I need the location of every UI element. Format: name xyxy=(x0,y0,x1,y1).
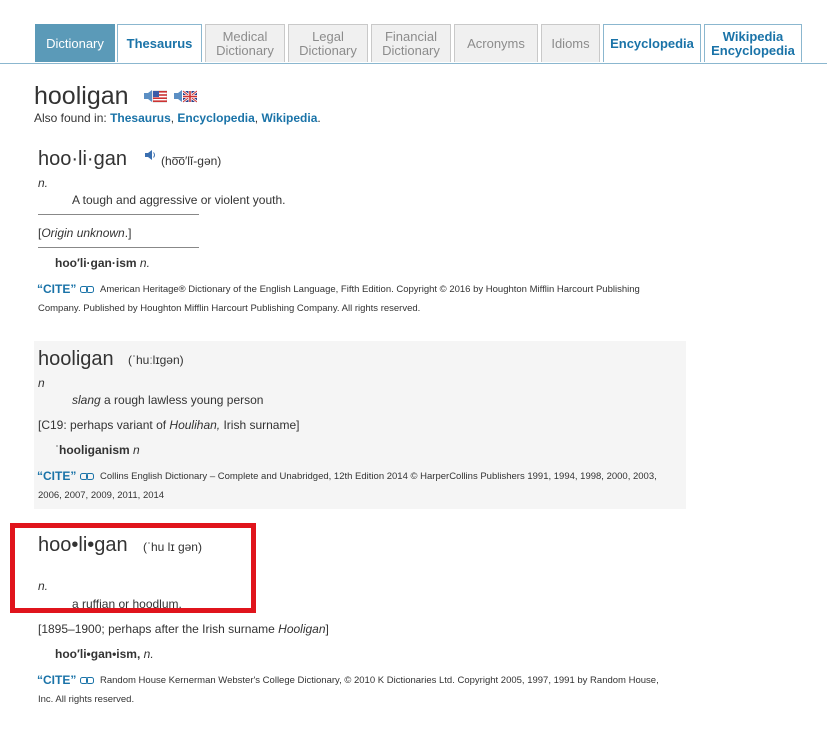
bracket: .] xyxy=(124,226,132,240)
divider xyxy=(38,214,199,215)
tab-encyclopedia[interactable]: Encyclopedia xyxy=(603,24,701,62)
etymology-source: Hooligan xyxy=(278,622,326,636)
derived-word: hoo′li•gan•ism, xyxy=(55,647,141,661)
tab-acronyms[interactable]: Acronyms xyxy=(454,24,538,62)
uk-flag-audio-icon[interactable] xyxy=(173,88,197,104)
etymology: [C19: perhaps variant of Houlihan, Irish… xyxy=(38,418,299,432)
tab-thesaurus[interactable]: Thesaurus xyxy=(117,24,202,62)
entry-collins: hooligan (ˈhuːlɪɡən) n slang a rough law… xyxy=(34,341,686,509)
tab-wikipedia-encyclopedia[interactable]: Wikipedia Encyclopedia xyxy=(704,24,802,62)
also-found-in: Also found in: Thesaurus, Encyclopedia, … xyxy=(34,111,321,125)
page-title: hooligan xyxy=(34,82,129,110)
entry-headword: hooligan xyxy=(38,348,114,370)
dictionary-tabs: Dictionary Thesaurus Medical Dictionary L… xyxy=(0,0,827,64)
etymology-text: [1895–1900; perhaps after the Irish surn… xyxy=(38,622,279,636)
us-flag-audio-icon[interactable] xyxy=(143,88,167,104)
pronunciation: (ho͞o′lĭ-gən) xyxy=(161,154,222,168)
divider xyxy=(38,247,199,248)
etymology-text: Irish surname] xyxy=(220,418,300,432)
derived-pos: n. xyxy=(139,256,150,270)
entry-american-heritage: hoo·li·gan (ho͞o′lĭ-gən) n. A tough and … xyxy=(34,140,686,330)
definition-text: a rough lawless young person xyxy=(100,393,264,407)
part-of-speech: n xyxy=(38,376,45,390)
bracket: ] xyxy=(325,622,329,636)
part-of-speech: n. xyxy=(38,176,49,190)
tab-idioms[interactable]: Idioms xyxy=(541,24,600,62)
derived-form: hoo′li·gan·ism n. xyxy=(55,256,150,270)
link-encyclopedia[interactable]: Encyclopedia xyxy=(177,111,254,125)
speaker-icon[interactable] xyxy=(144,149,156,161)
definition: slang a rough lawless young person xyxy=(72,393,263,407)
link-thesaurus[interactable]: Thesaurus xyxy=(110,111,171,125)
period: . xyxy=(317,111,321,125)
citation-text: American Heritage® Dictionary of the Eng… xyxy=(38,284,640,314)
highlight-box xyxy=(10,523,256,613)
derived-form: ˈhooliganism n xyxy=(55,443,140,457)
derived-pos: n. xyxy=(143,647,154,661)
tab-medical-dictionary[interactable]: Medical Dictionary xyxy=(205,24,285,62)
etymology-text: [C19: perhaps variant of xyxy=(38,418,170,432)
tab-legal-dictionary[interactable]: Legal Dictionary xyxy=(288,24,368,62)
pronunciation: (ˈhuːlɪɡən) xyxy=(128,353,184,367)
link-wikipedia[interactable]: Wikipedia xyxy=(261,111,317,125)
definition: A tough and aggressive or violent youth. xyxy=(72,193,286,207)
register-label: slang xyxy=(72,393,101,407)
derived-word: hooliganism xyxy=(59,443,130,457)
derived-form: hoo′li•gan•ism, n. xyxy=(55,647,154,661)
etymology-text: Origin unknown xyxy=(41,226,125,240)
tab-financial-dictionary[interactable]: Financial Dictionary xyxy=(371,24,451,62)
citation-text: Random House Kernerman Webster's College… xyxy=(38,675,659,705)
etymology: [1895–1900; perhaps after the Irish surn… xyxy=(38,622,329,636)
derived-word: hoo′li·gan·ism xyxy=(55,256,137,270)
entry-headword: hoo·li·gan xyxy=(38,148,127,170)
citation-text: Collins English Dictionary – Complete an… xyxy=(38,471,657,501)
etymology-source: Houlihan, xyxy=(169,418,221,432)
derived-pos: n xyxy=(133,443,140,457)
tab-dictionary[interactable]: Dictionary xyxy=(35,24,115,62)
also-found-label: Also found in: xyxy=(34,111,111,125)
etymology: [Origin unknown.] xyxy=(38,226,131,240)
